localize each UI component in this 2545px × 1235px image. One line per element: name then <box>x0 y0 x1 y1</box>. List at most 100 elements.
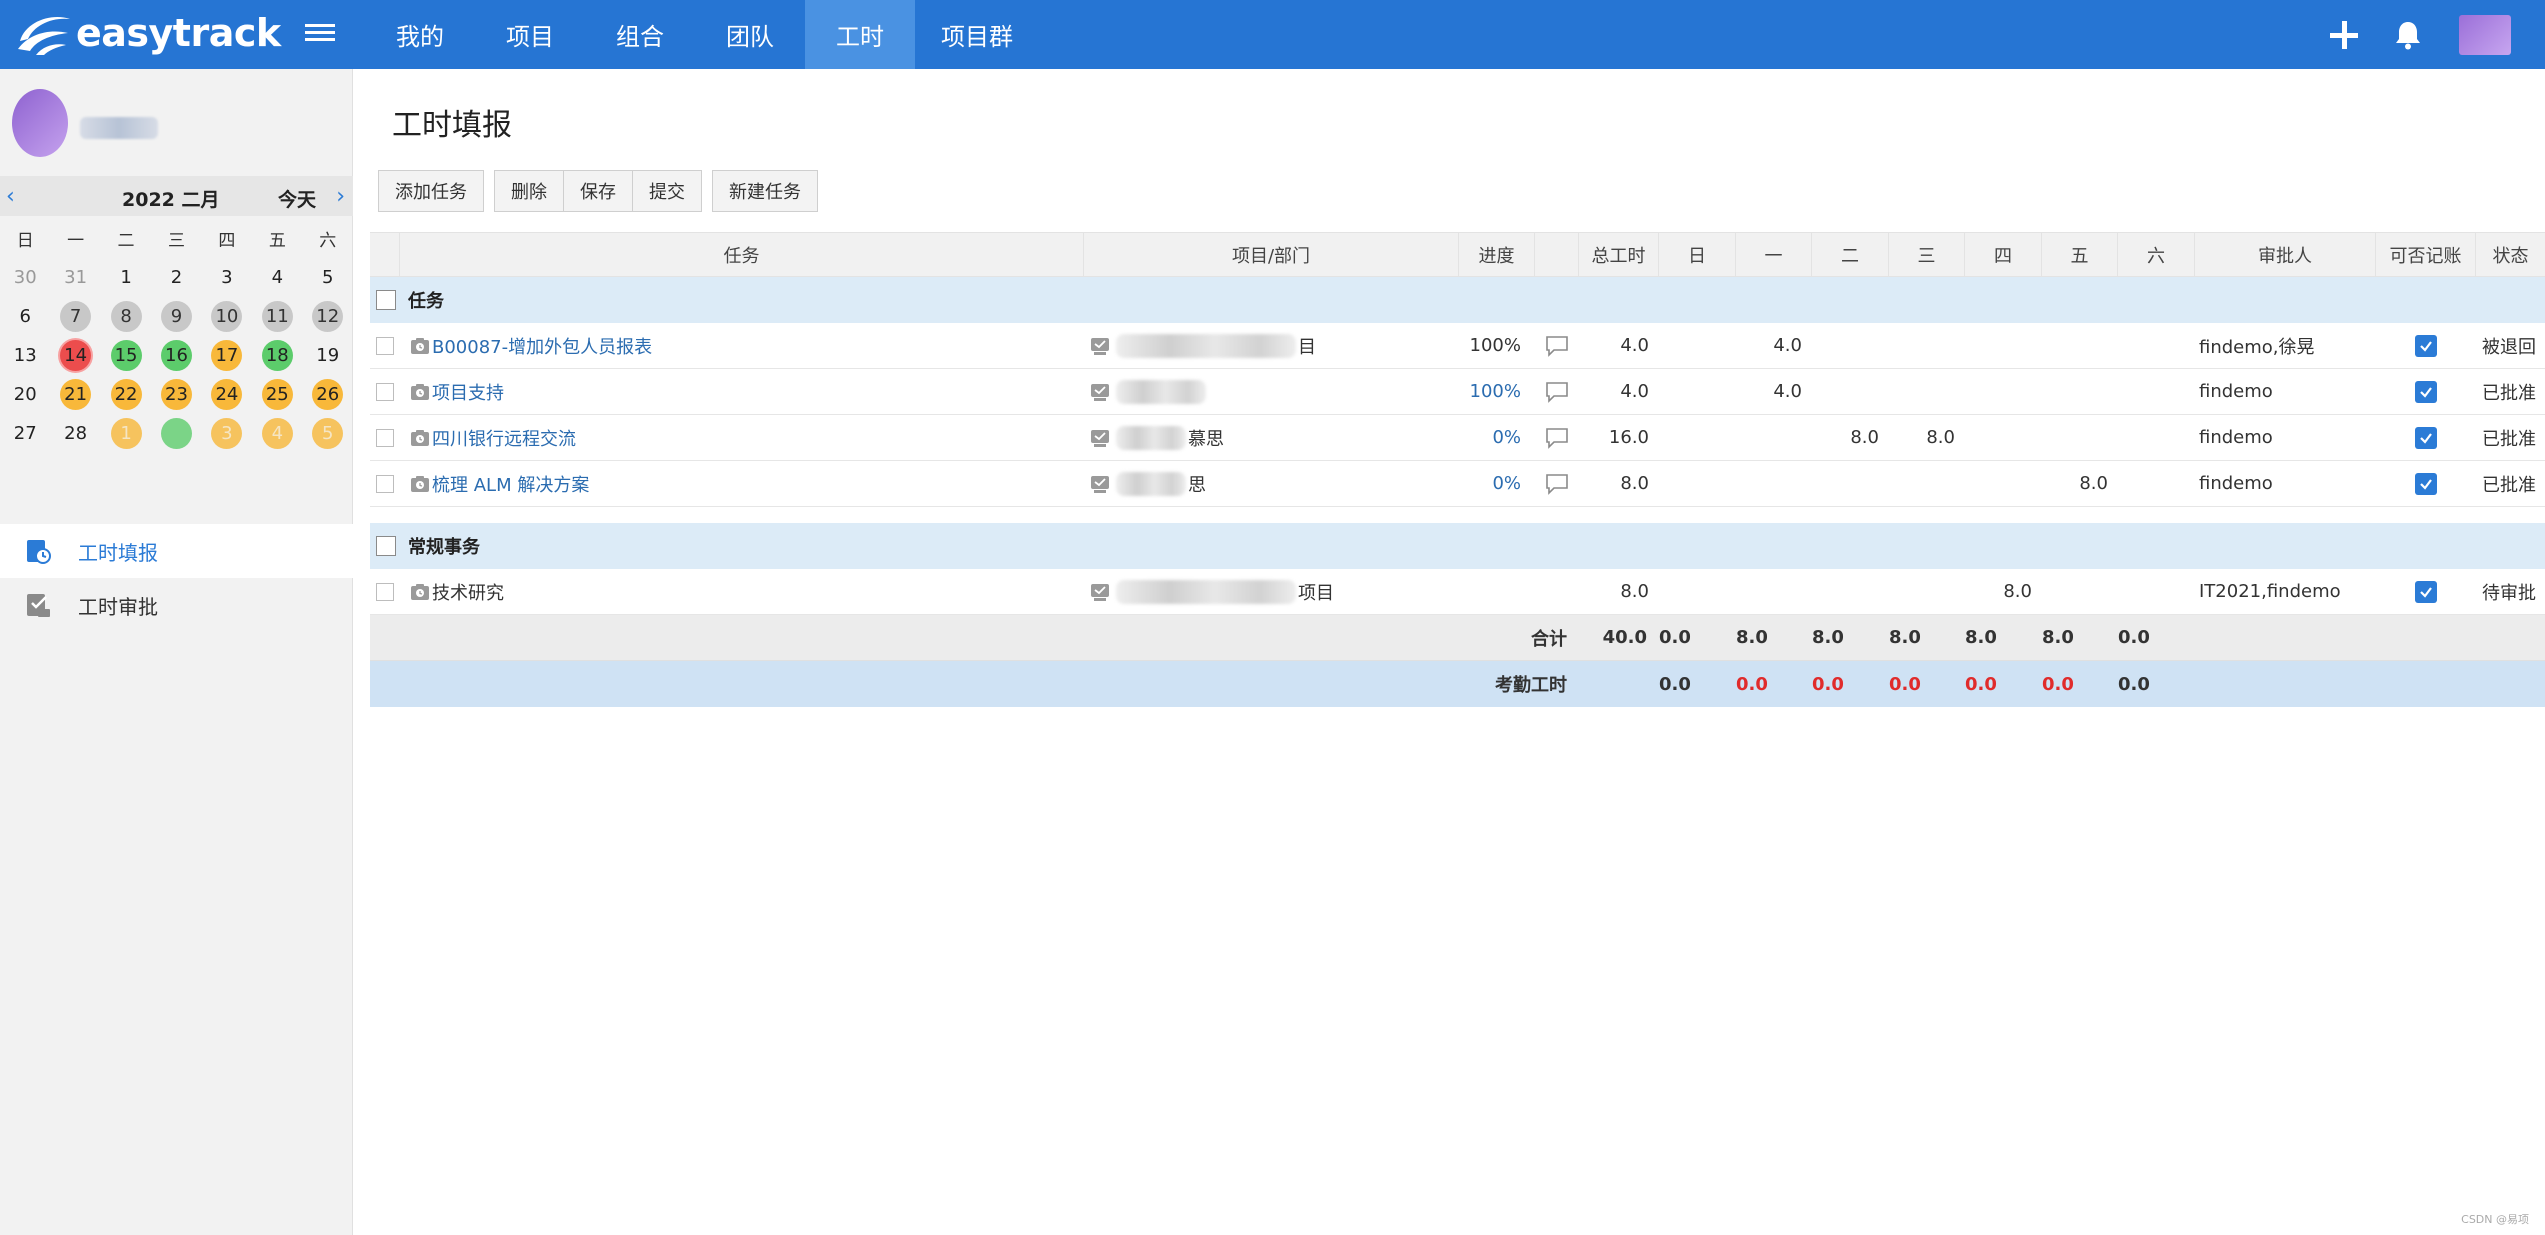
calendar-day-cell[interactable]: 10 <box>202 301 252 332</box>
row-checkbox[interactable] <box>376 474 394 493</box>
calendar-day-cell[interactable]: 22 <box>101 379 151 410</box>
calendar-day-cell[interactable]: 18 <box>252 340 302 371</box>
calendar-day-cell[interactable]: 14 <box>50 340 100 371</box>
calendar-day-cell[interactable]: 23 <box>151 379 201 410</box>
calendar-day-cell[interactable]: 6 <box>0 301 50 332</box>
calendar-day-cell[interactable]: 30 <box>0 262 50 293</box>
calendar-day-cell[interactable]: 3 <box>202 262 252 293</box>
comment-icon[interactable] <box>1545 335 1569 357</box>
nav-item-timesheet[interactable]: 工时 <box>805 0 915 69</box>
calendar-day: 25 <box>261 379 293 410</box>
calendar-day-cell[interactable]: 1 <box>101 418 151 449</box>
calendar-day-cell[interactable]: 1 <box>101 262 151 293</box>
calendar-day-cell[interactable]: 5 <box>303 262 353 293</box>
task-name[interactable]: B00087-增加外包人员报表 <box>432 333 652 359</box>
billable-checkbox[interactable] <box>2415 380 2437 403</box>
day-hours-cell[interactable]: 4.0 <box>1736 381 1812 402</box>
col-header-approver[interactable]: 审批人 <box>2195 233 2376 276</box>
calendar-day-cell[interactable]: 7 <box>50 301 100 332</box>
col-header-total[interactable]: 总工时 <box>1579 233 1659 276</box>
calendar-day-cell[interactable]: 31 <box>50 262 100 293</box>
calendar-day-cell[interactable]: 28 <box>50 418 100 449</box>
check-icon <box>2420 586 2432 598</box>
billable-checkbox[interactable] <box>2415 472 2437 495</box>
row-checkbox[interactable] <box>376 428 394 447</box>
calendar-day-cell[interactable]: 11 <box>252 301 302 332</box>
task-name[interactable]: 四川银行远程交流 <box>432 425 576 451</box>
comment-icon[interactable] <box>1545 473 1569 495</box>
calendar-day-cell[interactable]: 21 <box>50 379 100 410</box>
nav-item-program[interactable]: 项目群 <box>915 0 1039 69</box>
calendar-day-cell[interactable]: 12 <box>303 301 353 332</box>
add-task-button[interactable]: 添加任务 <box>378 170 484 212</box>
project-cell: 项目 <box>1084 579 1459 605</box>
day-hours-cell[interactable]: 8.0 <box>1889 427 1965 448</box>
attendance-days: 0.0 0.0 0.0 0.0 0.0 0.0 0.0 <box>1659 674 2195 695</box>
calendar-day-cell[interactable]: 8 <box>101 301 151 332</box>
calendar-day-cell[interactable]: 2 <box>151 262 201 293</box>
bell-icon[interactable] <box>2391 18 2425 52</box>
nav-item-projects[interactable]: 项目 <box>475 0 585 69</box>
col-header-progress[interactable]: 进度 <box>1459 233 1535 276</box>
col-header-thu: 四 <box>1965 233 2042 276</box>
calendar-next-icon[interactable]: › <box>336 184 345 209</box>
calendar-day: 1 <box>120 267 132 288</box>
task-name[interactable]: 梳理 ALM 解决方案 <box>432 471 589 497</box>
calendar-today-button[interactable]: 今天 <box>278 185 316 212</box>
nav-item-portfolio[interactable]: 组合 <box>585 0 695 69</box>
day-hours-cell[interactable]: 8.0 <box>1965 581 2042 602</box>
submit-button[interactable]: 提交 <box>633 170 702 212</box>
plus-icon[interactable] <box>2327 18 2361 52</box>
nav-item-mine[interactable]: 我的 <box>365 0 475 69</box>
billable-checkbox[interactable] <box>2415 426 2437 449</box>
sidebar-item-timesheet-fill[interactable]: 工时填报 <box>0 524 353 578</box>
billable-checkbox[interactable] <box>2415 334 2437 357</box>
section-select-checkbox[interactable] <box>376 290 396 310</box>
calendar-day-cell[interactable] <box>151 418 201 449</box>
day-hours-cell[interactable]: 4.0 <box>1736 335 1812 356</box>
timesheet-fill-icon <box>27 540 51 564</box>
calendar-day-cell[interactable]: 25 <box>252 379 302 410</box>
calendar-day: 20 <box>13 384 37 405</box>
calendar-day-cell[interactable]: 19 <box>303 340 353 371</box>
billable-cell <box>2376 334 2476 357</box>
section-select-checkbox[interactable] <box>376 536 396 556</box>
calendar-prev-icon[interactable]: ‹ <box>6 184 15 209</box>
row-checkbox[interactable] <box>376 382 394 401</box>
comment-icon[interactable] <box>1545 381 1569 403</box>
delete-button[interactable]: 删除 <box>494 170 564 212</box>
save-button[interactable]: 保存 <box>564 170 633 212</box>
calendar-day-cell[interactable]: 17 <box>202 340 252 371</box>
grid-body: 任务 B00087-增加外包人员报表 目 100% 4.0 4.0 findemo,徐晃 被退… <box>370 277 2545 615</box>
calendar-day-cell[interactable]: 20 <box>0 379 50 410</box>
nav-item-team[interactable]: 团队 <box>695 0 805 69</box>
day-hours-cell[interactable]: 8.0 <box>2042 473 2118 494</box>
calendar-day-cell[interactable]: 4 <box>252 262 302 293</box>
calendar-day-cell[interactable]: 26 <box>303 379 353 410</box>
calendar-day-cell[interactable]: 13 <box>0 340 50 371</box>
calendar-day-cell[interactable]: 15 <box>101 340 151 371</box>
task-name[interactable]: 项目支持 <box>432 379 504 405</box>
calendar-day-cell[interactable]: 3 <box>202 418 252 449</box>
calendar-day-cell[interactable]: 16 <box>151 340 201 371</box>
calendar-day: 10 <box>211 301 243 332</box>
col-header-project[interactable]: 项目/部门 <box>1084 233 1459 276</box>
sidebar-item-timesheet-approve[interactable]: 工时审批 <box>0 578 353 632</box>
hamburger-menu-icon[interactable] <box>305 20 335 48</box>
user-avatar[interactable] <box>12 89 68 157</box>
row-checkbox[interactable] <box>376 582 394 601</box>
user-avatar-top[interactable] <box>2459 14 2511 55</box>
calendar-day-cell[interactable]: 27 <box>0 418 50 449</box>
calendar-day-cell[interactable]: 9 <box>151 301 201 332</box>
calendar-day-cell[interactable]: 24 <box>202 379 252 410</box>
col-header-task[interactable]: 任务 <box>400 233 1084 276</box>
new-task-button[interactable]: 新建任务 <box>712 170 818 212</box>
calendar-day-cell[interactable]: 5 <box>303 418 353 449</box>
comment-icon[interactable] <box>1545 427 1569 449</box>
billable-checkbox[interactable] <box>2415 580 2437 603</box>
calendar-day-cell[interactable]: 4 <box>252 418 302 449</box>
day-hours-cell[interactable]: 8.0 <box>1812 427 1889 448</box>
row-checkbox[interactable] <box>376 336 394 355</box>
app-logo[interactable]: easytrack <box>16 8 281 58</box>
table-row: 梳理 ALM 解决方案 思 0% 8.0 8.0 findemo 已批准 <box>370 461 2545 507</box>
